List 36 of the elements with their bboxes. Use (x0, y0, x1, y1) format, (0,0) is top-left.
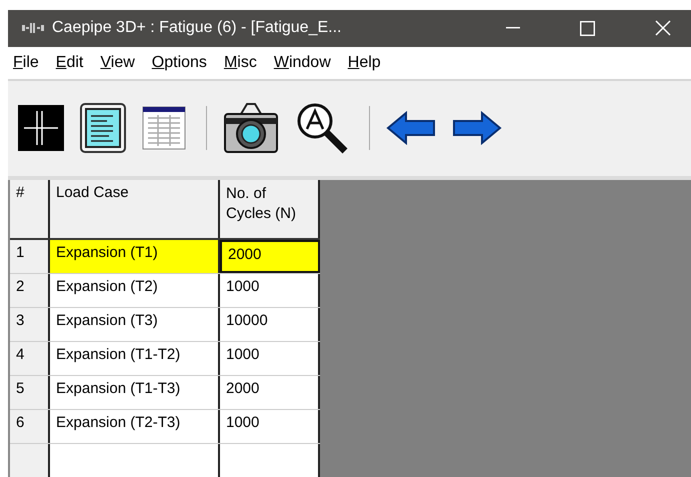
row-header-cell (10, 444, 50, 477)
column-header: No. of Cycles (N) (220, 180, 320, 238)
right-arrow-icon[interactable] (452, 111, 502, 146)
menu-item[interactable]: File (13, 54, 39, 72)
document-icon[interactable] (80, 103, 126, 154)
menu-item[interactable]: Options (152, 54, 207, 72)
camera-icon[interactable] (223, 102, 279, 154)
minimize-icon[interactable] (506, 27, 520, 30)
left-arrow-icon[interactable] (386, 111, 436, 146)
app-icon (22, 22, 44, 34)
menu-item[interactable]: Window (274, 54, 331, 72)
crosshair-icon[interactable] (18, 105, 64, 152)
menu-item[interactable]: View (100, 54, 135, 72)
table-cell[interactable]: Expansion (T1) (50, 240, 220, 274)
row-number: 3 (10, 308, 50, 342)
table-cell[interactable]: Expansion (T2) (50, 274, 220, 308)
row-number: 6 (10, 410, 50, 444)
column-header: Load Case (50, 180, 220, 238)
window-title: Caepipe 3D+ : Fatigue (6) - [Fatigue_E... (52, 19, 342, 38)
table-cell[interactable]: Expansion (T1-T3) (50, 376, 220, 410)
maximize-icon[interactable] (580, 20, 595, 36)
menu-item[interactable]: Misc (224, 54, 257, 72)
row-number: 1 (10, 240, 50, 274)
table-cell[interactable]: Expansion (T3) (50, 308, 220, 342)
menu-item[interactable]: Help (348, 54, 381, 72)
menu-item[interactable]: Edit (56, 54, 84, 72)
magnifier-icon[interactable] (295, 101, 349, 156)
table-icon[interactable] (142, 106, 186, 150)
table-cell[interactable]: Expansion (T2-T3) (50, 410, 220, 444)
row-number: 4 (10, 342, 50, 376)
column-header: # (10, 180, 50, 238)
table-cell[interactable]: Expansion (T1-T2) (50, 342, 220, 376)
close-icon[interactable] (655, 20, 671, 36)
row-number: 2 (10, 274, 50, 308)
table-cell[interactable]: 2000 (220, 240, 320, 274)
row-number: 5 (10, 376, 50, 410)
